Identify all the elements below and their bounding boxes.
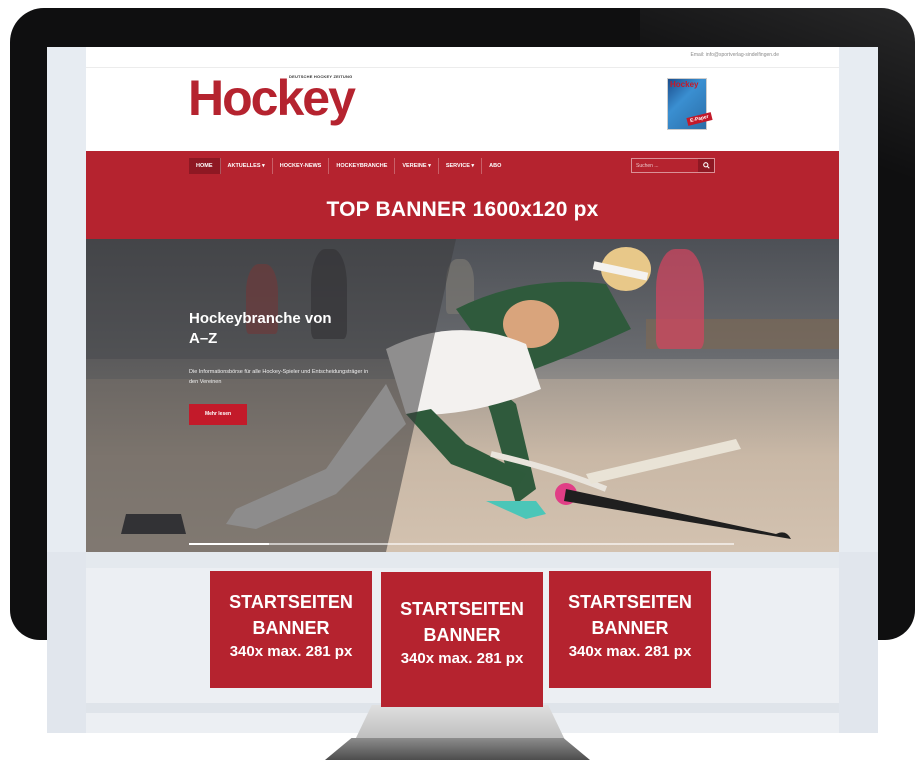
search-input[interactable]: [632, 159, 698, 172]
nav-menu: HOME AKTUELLES ▾ HOCKEY-NEWS HOCKEYBRANC…: [189, 158, 508, 174]
monitor-stand-base: [325, 738, 590, 760]
banner-title: STARTSEITEN: [400, 599, 524, 619]
top-banner[interactable]: TOP BANNER 1600x120 px: [86, 180, 839, 239]
search-box: [631, 158, 715, 173]
nav-item-hockeybranche[interactable]: HOCKEYBRANCHE: [329, 158, 396, 174]
startseiten-banner-3[interactable]: STARTSEITEN BANNER 340x max. 281 px: [549, 571, 711, 688]
site-logo[interactable]: Hockey: [188, 73, 356, 123]
banner-title: STARTSEITEN: [229, 592, 353, 612]
epaper-thumbnail[interactable]: Hockey E-Paper: [667, 78, 713, 130]
topbar-email[interactable]: Email: info@sportverlag-sindelfingen.de: [691, 52, 779, 58]
banner-size: 340x max. 281 px: [400, 650, 524, 667]
banner-subtitle: BANNER: [252, 618, 330, 638]
top-banner-text: TOP BANNER 1600x120 px: [326, 198, 599, 221]
nav-item-vereine[interactable]: VEREINE ▾: [395, 158, 439, 174]
slider-progress-fill: [189, 543, 269, 545]
nav-item-aktuelles[interactable]: AKTUELLES ▾: [221, 158, 273, 174]
main-navigation: HOME AKTUELLES ▾ HOCKEY-NEWS HOCKEYBRANC…: [86, 151, 839, 180]
hero-subtitle: Die Informationsbörse für alle Hockey-Sp…: [189, 369, 369, 385]
nav-item-abo[interactable]: ABO: [482, 158, 508, 174]
search-icon: [702, 162, 710, 169]
epaper-tag: E-Paper: [686, 112, 713, 126]
banner-subtitle: BANNER: [423, 625, 501, 645]
banner-size: 340x max. 281 px: [229, 643, 353, 660]
nav-item-service[interactable]: SERVICE ▾: [439, 158, 483, 174]
logo-tagline: DEUTSCHE HOCKEY ZEITUNG: [289, 74, 353, 79]
read-more-button[interactable]: Mehr lesen: [189, 404, 247, 425]
hero-slider: Hockeybranche von A–Z Die Informationsbö…: [86, 239, 839, 552]
banner-title: STARTSEITEN: [568, 592, 692, 612]
search-button[interactable]: [698, 159, 714, 172]
nav-item-hockey-news[interactable]: HOCKEY-NEWS: [273, 158, 330, 174]
nav-item-home[interactable]: HOME: [189, 158, 221, 174]
banner-size: 340x max. 281 px: [568, 643, 692, 660]
banner-subtitle: BANNER: [591, 618, 669, 638]
monitor-stand-neck: [355, 705, 565, 740]
startseiten-banner-2[interactable]: STARTSEITEN BANNER 340x max. 281 px: [381, 572, 543, 707]
epaper-title: Hockey: [670, 80, 699, 89]
top-bar: Email: info@sportverlag-sindelfingen.de: [86, 47, 839, 68]
slider-progress[interactable]: [189, 543, 734, 545]
startseiten-banner-1[interactable]: STARTSEITEN BANNER 340x max. 281 px: [210, 571, 372, 688]
hero-title[interactable]: Hockeybranche von A–Z: [189, 309, 349, 349]
